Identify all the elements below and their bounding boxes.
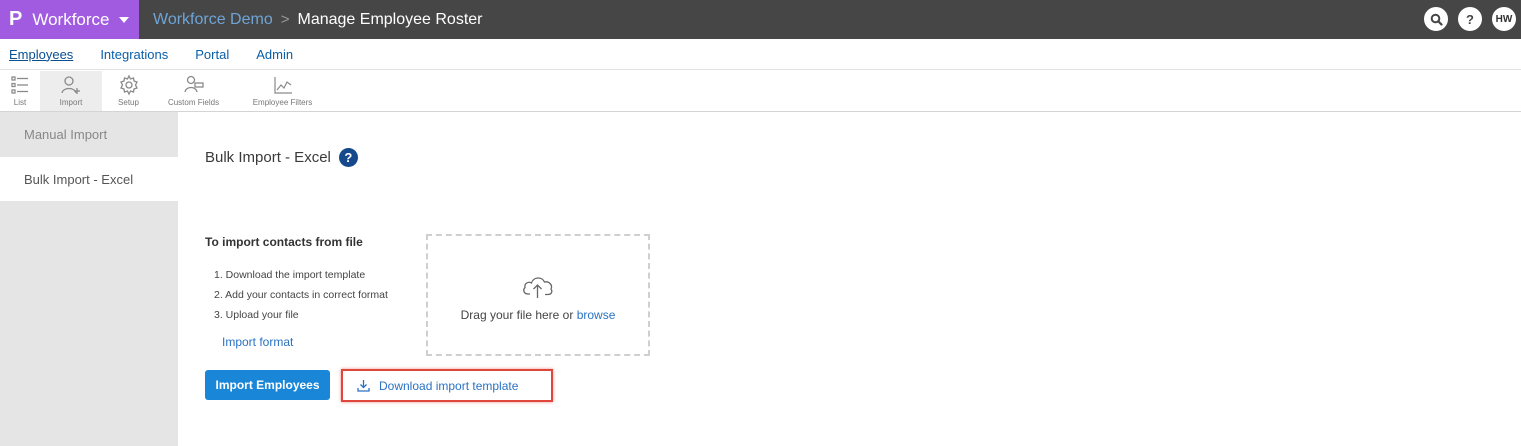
user-field-icon (183, 75, 204, 93)
import-employees-button[interactable]: Import Employees (205, 370, 330, 400)
instruction-steps: 1. Download the import template 2. Add y… (214, 265, 388, 325)
breadcrumb: Workforce Demo > Manage Employee Roster (153, 0, 482, 39)
tool-list[interactable]: List (0, 71, 40, 111)
download-template-highlight: Download import template (341, 369, 553, 402)
search-icon[interactable] (1424, 7, 1448, 31)
instruction-step: 2. Add your contacts in correct format (214, 289, 388, 301)
dropzone-text: Drag your file here or browse (428, 308, 648, 322)
tool-list-label: List (13, 98, 27, 107)
sidebar: Manual Import Bulk Import - Excel (0, 112, 178, 446)
tool-custom-fields[interactable]: Custom Fields (155, 71, 232, 111)
instruction-step: 3. Upload your file (214, 309, 299, 321)
dropzone-prompt: Drag your file here or (460, 308, 574, 322)
import-format-link[interactable]: Import format (222, 335, 293, 349)
download-icon (357, 380, 370, 392)
nav-admin[interactable]: Admin (256, 47, 293, 62)
breadcrumb-workspace[interactable]: Workforce Demo (153, 11, 273, 29)
download-template-label: Download import template (379, 378, 519, 393)
tool-setup[interactable]: Setup (102, 71, 155, 111)
cloud-upload-icon (523, 277, 553, 298)
download-template-button[interactable]: Download import template (347, 374, 547, 397)
instructions-heading: To import contacts from file (205, 235, 363, 249)
section-title: Bulk Import - Excel (205, 149, 331, 166)
gear-icon (119, 74, 138, 96)
tool-employee-filters[interactable]: Employee Filters (232, 71, 333, 111)
page-title: Manage Employee Roster (297, 10, 483, 28)
tool-employee-filters-label: Employee Filters (252, 98, 313, 107)
nav-employees[interactable]: Employees (9, 47, 73, 62)
app-logo: P (9, 8, 23, 30)
add-user-icon (61, 76, 80, 94)
breadcrumb-separator-icon: > (280, 11, 290, 28)
tool-setup-label: Setup (118, 98, 139, 107)
sidebar-item-bulk-import-excel[interactable]: Bulk Import - Excel (0, 157, 178, 201)
help-icon[interactable]: ? (338, 148, 358, 167)
top-bar: P Workforce Workforce Demo > Manage Empl… (0, 0, 1521, 39)
help-icon[interactable]: ? (1458, 7, 1482, 31)
tool-import-label: Import (59, 98, 83, 107)
nav-integrations[interactable]: Integrations (100, 47, 168, 62)
chevron-down-icon (118, 16, 129, 23)
top-bar-actions: ? HW (1414, 7, 1516, 31)
product-switcher[interactable]: P Workforce (0, 0, 139, 39)
sidebar-item-manual-import[interactable]: Manual Import (0, 112, 178, 156)
instruction-step: 1. Download the import template (214, 269, 366, 281)
tool-custom-fields-label: Custom Fields (167, 98, 220, 107)
main-nav: Employees Integrations Portal Admin (0, 39, 1521, 70)
list-icon (11, 76, 28, 94)
section-heading: Bulk Import - Excel ? (205, 148, 358, 167)
avatar[interactable]: HW (1492, 7, 1516, 31)
file-dropzone[interactable]: Drag your file here or browse (426, 234, 650, 356)
browse-link[interactable]: browse (577, 308, 616, 322)
toolbar: List Import Setup Custom Fields Employee… (0, 71, 1521, 112)
nav-portal[interactable]: Portal (195, 47, 229, 62)
chart-filter-icon (273, 77, 292, 94)
tool-import[interactable]: Import (40, 71, 102, 111)
product-name: Workforce (32, 9, 110, 29)
